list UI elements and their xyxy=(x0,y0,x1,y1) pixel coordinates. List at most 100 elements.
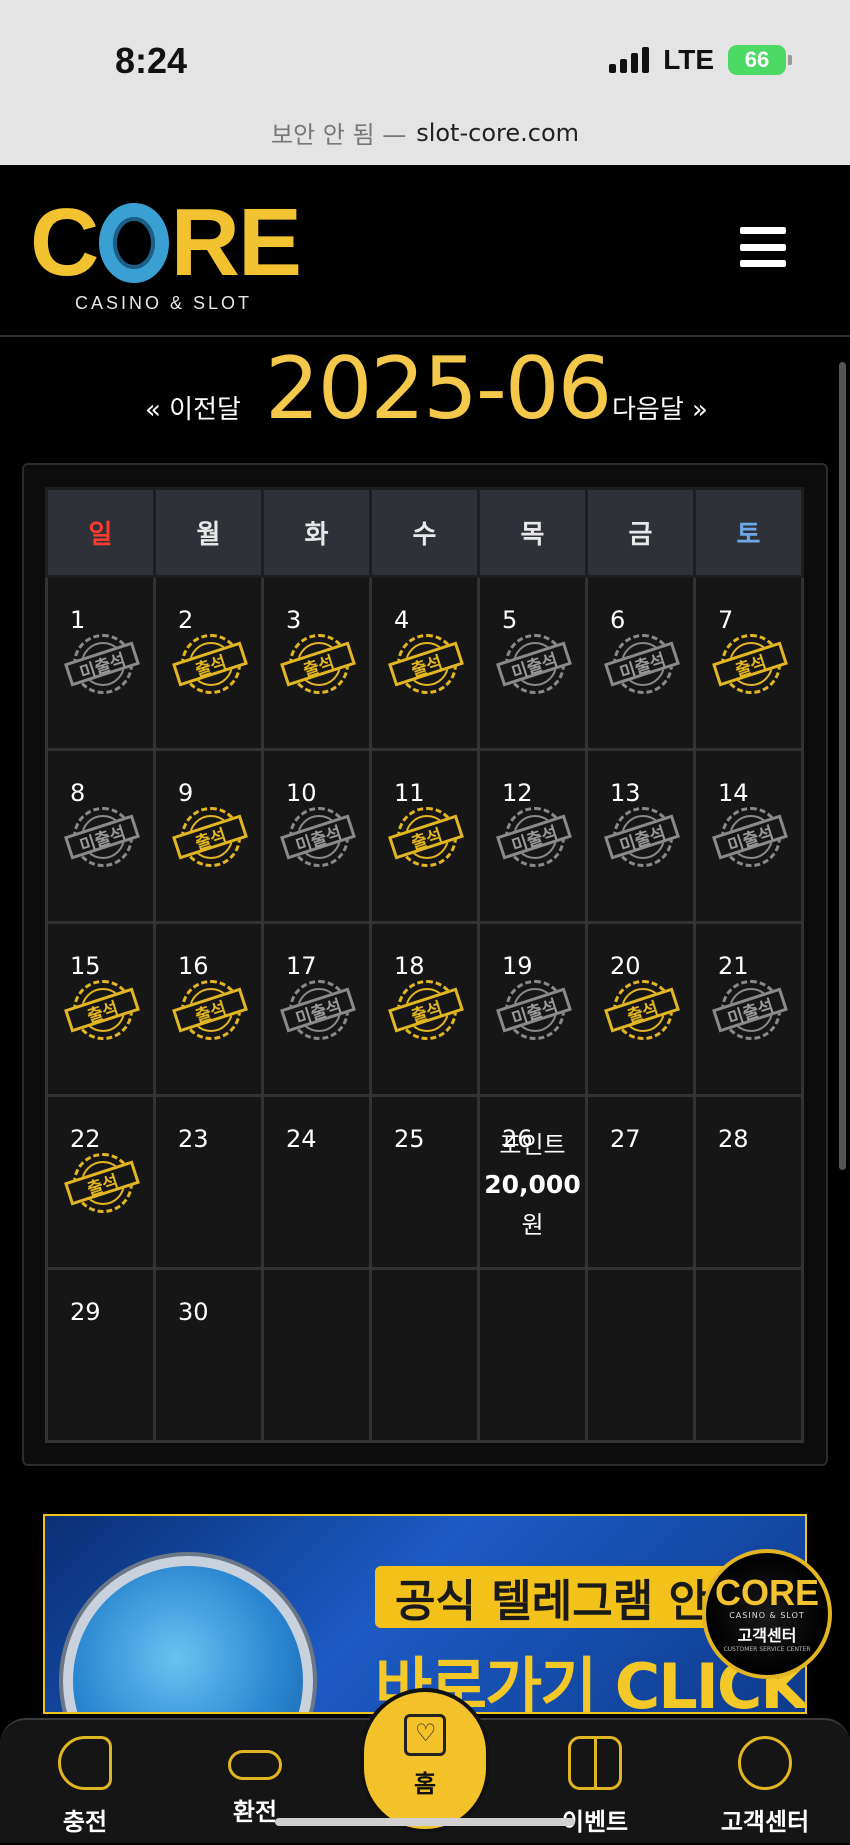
attendance-stamp-icon: 출석 xyxy=(604,980,680,1042)
site-header: C RE CASINO & SLOT xyxy=(0,165,850,337)
status-time: 8:24 xyxy=(115,40,188,81)
calendar-day-cell[interactable] xyxy=(585,1267,696,1443)
battery-icon: 66 xyxy=(728,45,792,75)
absence-stamp-icon: 미출석 xyxy=(712,980,788,1042)
support-logo: CORE xyxy=(714,1572,819,1613)
nav-exchange[interactable]: 환전 xyxy=(185,1720,325,1845)
calendar-day-cell[interactable]: 22 출석 xyxy=(45,1094,156,1270)
calendar-day-cell[interactable]: 5 미출석 xyxy=(477,575,588,751)
calendar-day-cell[interactable]: 19 미출석 xyxy=(477,921,588,1097)
telegram-icon xyxy=(63,1556,313,1712)
attendance-stamp-icon: 출석 xyxy=(388,980,464,1042)
weekday-tue: 화 xyxy=(261,487,372,578)
day-number: 11 xyxy=(394,779,425,807)
calendar-day-cell[interactable]: 16 출석 xyxy=(153,921,264,1097)
calendar-day-cell[interactable]: 27 xyxy=(585,1094,696,1270)
charge-icon xyxy=(58,1736,112,1790)
day-number: 8 xyxy=(70,779,86,807)
calendar-day-cell[interactable] xyxy=(261,1267,372,1443)
calendar-day-cell[interactable]: 23 xyxy=(153,1094,264,1270)
page-scrollbar[interactable] xyxy=(839,362,846,1170)
points-info: 포인트 20,000 원 xyxy=(480,1125,585,1245)
calendar-day-cell[interactable]: 17 미출석 xyxy=(261,921,372,1097)
nav-support-label: 고객센터 xyxy=(720,1808,810,1836)
url-bar[interactable]: 보안 안 됨 — slot-core.com xyxy=(0,100,850,165)
menu-icon[interactable] xyxy=(740,227,786,267)
calendar-week-row: 1 미출석 2 출석 3 출석 4 출석 5 미출석 6 미출석 7 출석 xyxy=(45,575,804,751)
calendar-day-cell[interactable]: 28 xyxy=(693,1094,804,1270)
calendar-day-cell[interactable]: 8 미출석 xyxy=(45,748,156,924)
calendar-day-cell[interactable]: 24 xyxy=(261,1094,372,1270)
attendance-stamp-icon: 출석 xyxy=(388,807,464,869)
signal-icon xyxy=(609,47,650,73)
attendance-stamp-icon: 출석 xyxy=(172,634,248,696)
attendance-stamp-icon: 출석 xyxy=(388,634,464,696)
points-label: 포인트 xyxy=(499,1131,566,1159)
home-indicator xyxy=(275,1818,575,1826)
attendance-stamp-icon: 출석 xyxy=(64,1153,140,1215)
attendance-stamp-icon: 출석 xyxy=(172,980,248,1042)
nav-support[interactable]: 고객센터 xyxy=(695,1720,835,1845)
absence-stamp-icon: 미출석 xyxy=(496,634,572,696)
telegram-banner[interactable]: 공식 텔레그램 안내 바로가기 CLICK xyxy=(43,1514,807,1714)
day-number: 3 xyxy=(286,606,302,634)
month-title: 2025-06 xyxy=(265,339,612,439)
weekday-sun: 일 xyxy=(45,487,156,578)
weekday-thu: 목 xyxy=(477,487,588,578)
gift-icon xyxy=(568,1736,622,1790)
calendar-day-cell[interactable]: 11 출석 xyxy=(369,748,480,924)
weekday-sat: 토 xyxy=(693,487,804,578)
calendar-day-cell[interactable]: 15 출석 xyxy=(45,921,156,1097)
calendar-day-cell[interactable]: 14 미출석 xyxy=(693,748,804,924)
calendar-day-cell[interactable] xyxy=(693,1267,804,1443)
nav-event[interactable]: 이벤트 xyxy=(525,1720,665,1845)
nav-charge-label: 충전 xyxy=(62,1808,108,1836)
calendar-day-cell[interactable]: 10 미출석 xyxy=(261,748,372,924)
month-nav: « 이전달 2025-06 다음달 » xyxy=(0,337,850,447)
calendar-day-cell[interactable]: 2 출석 xyxy=(153,575,264,751)
calendar-day-cell[interactable]: 25 xyxy=(369,1094,480,1270)
calendar-day-cell[interactable]: 4 출석 xyxy=(369,575,480,751)
day-number: 22 xyxy=(70,1125,101,1153)
calendar-day-cell[interactable] xyxy=(477,1267,588,1443)
calendar-day-cell[interactable]: 30 xyxy=(153,1267,264,1443)
calendar-day-cell[interactable]: 6 미출석 xyxy=(585,575,696,751)
support-label: 고객센터 xyxy=(737,1626,797,1645)
nav-home[interactable]: 홈 xyxy=(360,1688,490,1833)
nav-charge[interactable]: 충전 xyxy=(15,1720,155,1845)
calendar-day-cell[interactable]: 9 출석 xyxy=(153,748,264,924)
calendar-week-row: 8 미출석 9 출석 10 미출석 11 출석 12 미출석 13 미출석 14 미출석 xyxy=(45,748,804,924)
calendar-day-cell[interactable]: 1 미출석 xyxy=(45,575,156,751)
points-unit: 원 xyxy=(521,1211,544,1239)
calendar-day-cell[interactable] xyxy=(369,1267,480,1443)
calendar-day-cell[interactable]: 3 출석 xyxy=(261,575,372,751)
next-month-link[interactable]: 다음달 » xyxy=(612,389,708,426)
calendar-day-cell[interactable]: 26 포인트 20,000 원 xyxy=(477,1094,588,1270)
attendance-stamp-icon: 출석 xyxy=(64,980,140,1042)
day-number: 4 xyxy=(394,606,410,634)
calendar-day-cell[interactable]: 21 미출석 xyxy=(693,921,804,1097)
attendance-calendar: 일 월 화 수 목 금 토 1 미출석 2 출석 3 출석 4 출석 5 미출석 6 미출석 7 출석 8 미… xyxy=(45,487,804,1443)
calendar-body: 1 미출석 2 출석 3 출석 4 출석 5 미출석 6 미출석 7 출석 8 미출석 9 출석 10 미출석 11 출석… xyxy=(45,575,804,1443)
calendar-day-cell[interactable]: 12 미출석 xyxy=(477,748,588,924)
day-number: 21 xyxy=(718,952,749,980)
site-logo[interactable]: C RE CASINO & SLOT xyxy=(30,189,302,314)
calendar-day-cell[interactable]: 18 출석 xyxy=(369,921,480,1097)
day-number: 28 xyxy=(718,1125,749,1153)
exchange-icon xyxy=(228,1750,282,1780)
day-number: 5 xyxy=(502,606,518,634)
calendar-day-cell[interactable]: 20 출석 xyxy=(585,921,696,1097)
logo-wordmark: C RE xyxy=(30,189,302,296)
support-float-button[interactable]: CORE CASINO & SLOT 고객센터 CUSTOMER SERVICE… xyxy=(702,1549,832,1679)
day-number: 12 xyxy=(502,779,533,807)
weekday-wed: 수 xyxy=(369,487,480,578)
calendar-day-cell[interactable]: 7 출석 xyxy=(693,575,804,751)
day-number: 27 xyxy=(610,1125,641,1153)
prev-month-link[interactable]: « 이전달 xyxy=(145,389,241,426)
day-number: 6 xyxy=(610,606,626,634)
calendar-day-cell[interactable]: 29 xyxy=(45,1267,156,1443)
calendar-day-cell[interactable]: 13 미출석 xyxy=(585,748,696,924)
day-number: 16 xyxy=(178,952,209,980)
attendance-stamp-icon: 출석 xyxy=(712,634,788,696)
day-number: 1 xyxy=(70,606,86,634)
